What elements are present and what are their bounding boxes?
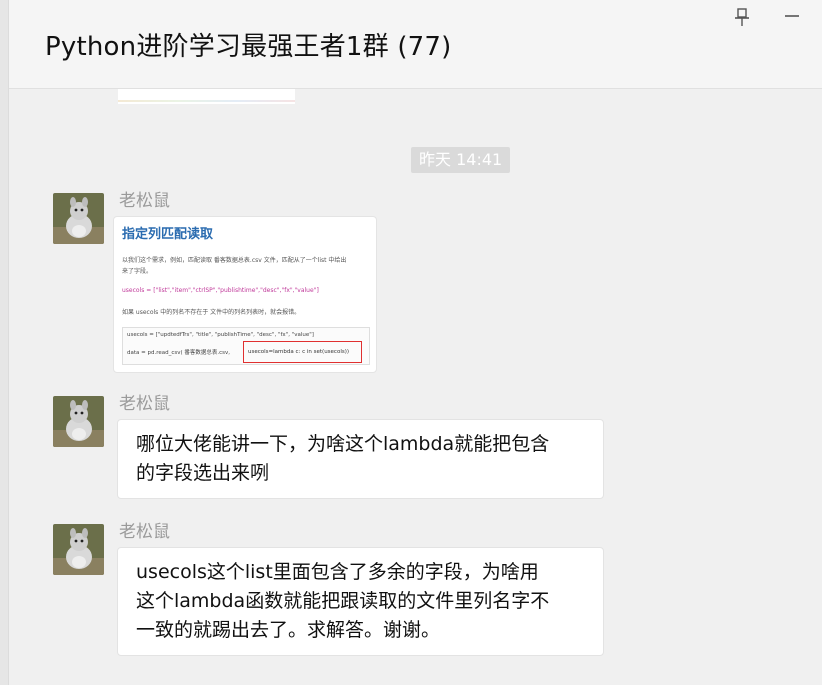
- sender-name: 老松鼠: [119, 522, 170, 542]
- doc-highlight-text: usecols=lambda c: c in set(usecols)): [248, 349, 350, 355]
- doc-title: 指定列匹配读取: [122, 227, 214, 242]
- sender-name: 老松鼠: [119, 394, 170, 414]
- message-bubble[interactable]: 哪位大佬能讲一下，为啥这个lambda就能把包含 的字段选出来咧: [117, 419, 604, 499]
- timestamp-divider: 昨天 14:41: [411, 147, 511, 173]
- left-edge-border: [0, 0, 9, 685]
- doc-code-text: usecols = ["list","item","ctrlSP","publi…: [122, 287, 319, 294]
- chat-title: Python进阶学习最强王者1群 (77): [45, 32, 452, 62]
- doc-text-line: 以我们这个需求，例如，匹配读取 番客数据总表.csv 文件，匹配从了一个list…: [122, 257, 347, 264]
- doc-code-line: usecols = ["updtedfTrs", "title", "publi…: [127, 332, 314, 338]
- avatar[interactable]: [53, 193, 104, 244]
- avatar[interactable]: [53, 524, 104, 575]
- doc-highlight-box: usecols=lambda c: c in set(usecols)): [243, 341, 362, 363]
- message-bubble[interactable]: usecols这个list里面包含了多余的字段，为啥用 这个lambda函数就能…: [117, 547, 604, 656]
- doc-code-line: data = pd.read_csv( 番客数据总表.csv,: [127, 350, 231, 356]
- doc-text-line: 来了字段。: [122, 268, 153, 275]
- pin-icon[interactable]: [734, 8, 750, 28]
- minimize-icon[interactable]: [784, 8, 800, 24]
- sender-name: 老松鼠: [119, 191, 170, 211]
- avatar[interactable]: [53, 396, 104, 447]
- image-message[interactable]: 指定列匹配读取 以我们这个需求，例如，匹配读取 番客数据总表.csv 文件，匹配…: [113, 216, 377, 373]
- previous-image-fragment: [118, 89, 295, 104]
- doc-text-line: 如果 usecols 中的列名不存在于 文件中的列名列表时，就会报错。: [122, 309, 301, 316]
- chat-header: Python进阶学习最强王者1群 (77): [9, 0, 822, 89]
